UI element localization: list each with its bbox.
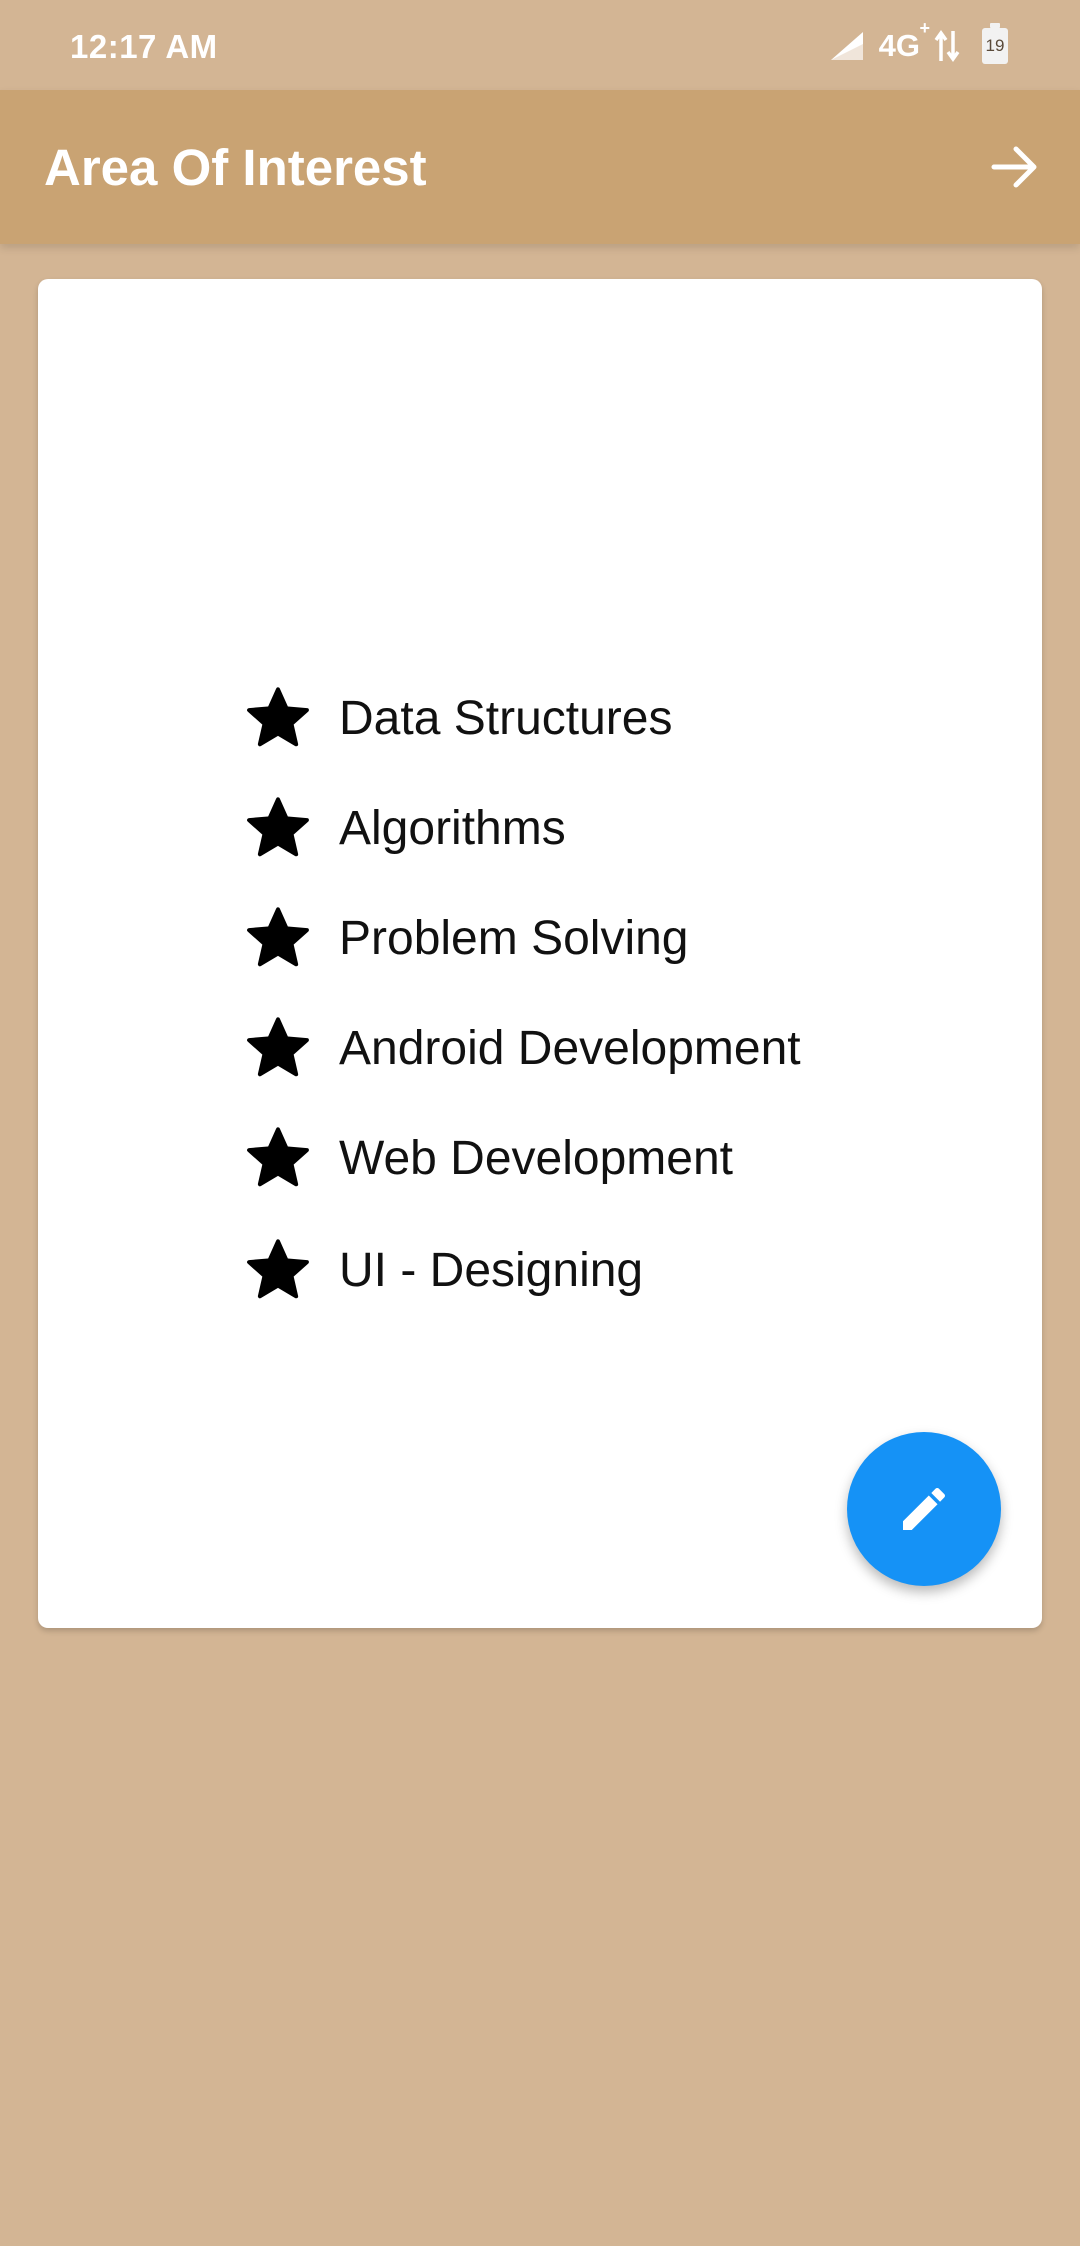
interest-label: Problem Solving <box>339 911 689 965</box>
interest-label: Android Development <box>339 1021 801 1075</box>
list-item: Algorithms <box>243 773 801 883</box>
list-item: Android Development <box>243 993 801 1103</box>
signal-icon <box>830 32 863 60</box>
status-bar: 12:17 AM 4G + 19 <box>0 0 1080 90</box>
network-sup: + <box>919 18 930 38</box>
battery-level: 19 <box>985 36 1005 55</box>
network-label: 4G <box>878 28 920 63</box>
interest-label: Algorithms <box>339 801 566 855</box>
star-icon <box>247 907 309 967</box>
next-button[interactable] <box>980 132 1050 202</box>
arrow-right-icon <box>991 146 1037 188</box>
list-item: UI - Designing <box>243 1215 801 1325</box>
network-type: 4G + <box>878 18 930 64</box>
list-item: Web Development <box>243 1103 801 1213</box>
star-icon <box>247 1127 309 1187</box>
star-icon <box>247 1239 309 1299</box>
star-icon <box>247 797 309 857</box>
list-item: Problem Solving <box>243 883 801 993</box>
pencil-icon <box>903 1487 946 1530</box>
interest-label: Web Development <box>339 1131 733 1185</box>
star-icon <box>247 687 309 747</box>
data-transfer-icon <box>934 29 960 63</box>
status-time: 12:17 AM <box>70 28 218 65</box>
list-item: Data Structures <box>243 663 801 773</box>
interest-card: Data Structures Algorithms Problem Solvi… <box>38 279 1042 1628</box>
page-title: Area Of Interest <box>44 139 427 196</box>
battery-icon: 19 <box>982 23 1008 64</box>
interest-list: Data Structures Algorithms Problem Solvi… <box>243 663 801 1325</box>
star-icon <box>247 1017 309 1077</box>
app-bar: Area Of Interest <box>0 90 1080 244</box>
interest-label: UI - Designing <box>339 1243 644 1297</box>
edit-fab-button[interactable] <box>847 1432 1001 1586</box>
status-icons: 4G + 19 <box>829 18 1008 68</box>
interest-label: Data Structures <box>339 691 673 745</box>
